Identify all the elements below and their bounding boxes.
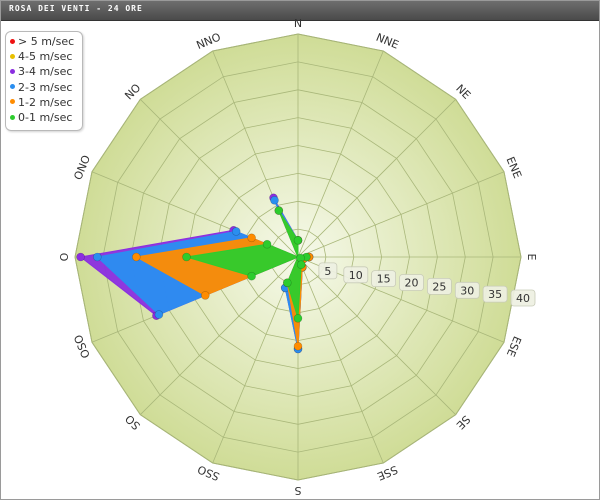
direction-label: SE [454, 413, 473, 432]
radial-tick: 20 [399, 274, 424, 291]
legend-label: 0-1 m/sec [18, 111, 73, 124]
direction-label: O [58, 252, 71, 261]
data-point[interactable] [247, 271, 256, 281]
radial-tick: 10 [343, 266, 369, 284]
data-point[interactable] [274, 206, 284, 215]
data-point[interactable] [282, 278, 292, 288]
data-point[interactable] [76, 252, 85, 262]
tick-label: 15 [377, 273, 391, 286]
direction-label: ONO [71, 153, 93, 182]
data-point[interactable] [293, 313, 303, 323]
legend-color-dot [10, 84, 15, 90]
radial-tick: 5 [318, 262, 338, 280]
data-point[interactable] [270, 196, 279, 205]
legend-color-dot [10, 114, 15, 120]
direction-label: OSO [71, 332, 92, 360]
direction-label: SSE [375, 463, 399, 483]
legend-color-dot [10, 53, 15, 59]
tick-label: 20 [405, 277, 419, 290]
legend-label: 2-3 m/sec [18, 80, 73, 94]
legend-item[interactable]: 2-3 m/sec [10, 81, 72, 96]
data-point[interactable] [247, 233, 256, 243]
direction-label: SSO [195, 462, 221, 483]
tick-label: 10 [349, 269, 363, 282]
data-point[interactable] [93, 252, 102, 262]
radial-tick: 40 [510, 289, 536, 307]
data-point[interactable] [231, 227, 241, 236]
legend-label: 1-2 m/sec [18, 95, 73, 109]
data-point[interactable] [293, 236, 303, 245]
legend-item[interactable]: 0-1 m/sec [10, 111, 72, 126]
tick-label: 5 [324, 265, 331, 278]
direction-label: NNE [374, 31, 401, 52]
direction-label: NE [453, 82, 473, 102]
data-point[interactable] [262, 239, 272, 249]
legend-color-dot [10, 99, 15, 105]
legend-label: 3-4 m/sec [18, 65, 73, 79]
legend-item[interactable]: 1-2 m/sec [10, 96, 72, 111]
tick-label: 40 [516, 292, 530, 305]
direction-label: NNO [195, 30, 223, 52]
tick-label: 25 [432, 280, 446, 293]
direction-label: ENE [504, 155, 524, 180]
data-point[interactable] [154, 310, 164, 319]
legend-color-dot [10, 38, 15, 44]
tick-label: 35 [488, 288, 502, 301]
legend-item[interactable]: 3-4 m/sec [10, 65, 72, 80]
tick-label: 30 [460, 284, 474, 297]
direction-label: S [294, 484, 301, 497]
radial-tick: 35 [482, 285, 508, 303]
direction-label: ESE [504, 334, 524, 358]
data-point[interactable] [296, 260, 306, 270]
radial-tick: 25 [426, 277, 452, 295]
radial-tick: 15 [371, 270, 397, 288]
data-point[interactable] [293, 341, 303, 351]
legend-label: > 5 m/sec [18, 35, 75, 48]
legend-item[interactable]: 4-5 m/sec [10, 50, 72, 65]
wind-rose-chart: 5 10 15 20 25 30 35 40 NNNENEENEEESESESSESSSOSO… [58, 17, 538, 497]
legend-label: 4-5 m/sec [18, 50, 73, 64]
data-point[interactable] [132, 252, 141, 262]
radial-tick: 30 [454, 281, 480, 299]
direction-label: E [525, 254, 538, 261]
direction-label: N [294, 17, 302, 30]
data-point[interactable] [182, 252, 191, 262]
data-point[interactable] [201, 291, 210, 300]
legend-item[interactable]: > 5 m/sec [10, 35, 74, 50]
legend-color-dot [10, 68, 15, 74]
legend: > 5 m/sec 4-5 m/sec 3-4 m/sec 2-3 m/sec 1-2 … [5, 31, 83, 131]
